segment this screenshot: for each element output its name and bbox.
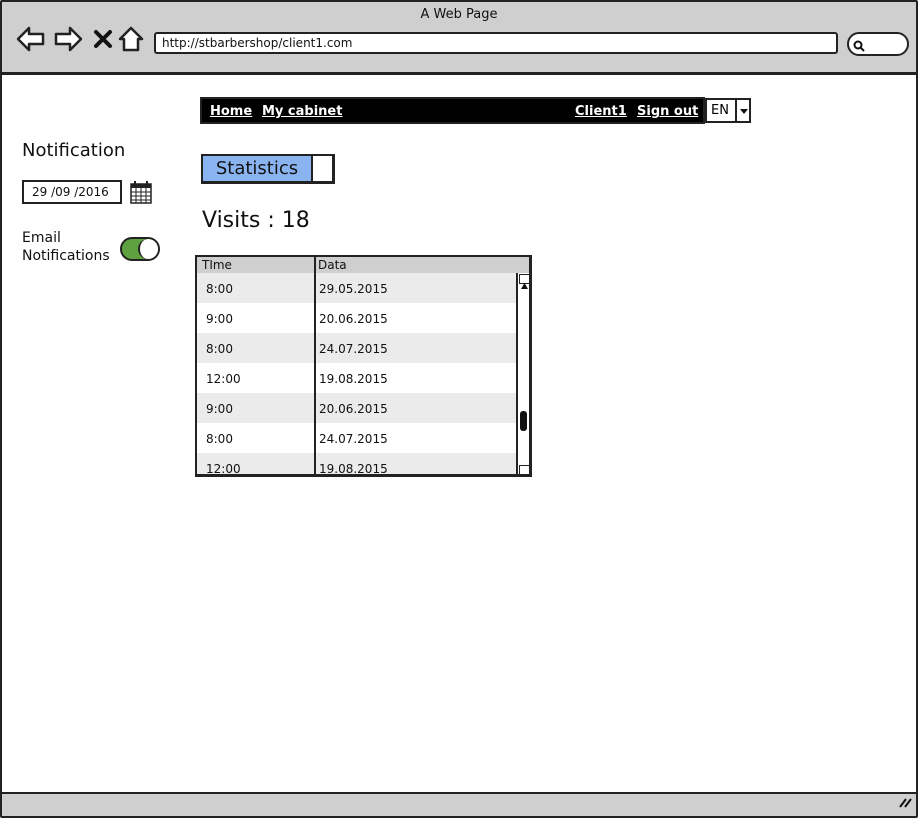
scroll-down-icon[interactable] (519, 465, 529, 474)
table-row[interactable]: 12:00 19.08.2015 (197, 453, 516, 476)
cell-time: 12:00 (206, 372, 241, 386)
window-title: A Web Page (420, 7, 498, 22)
table-row[interactable]: 9:00 20.06.2015 (197, 393, 516, 423)
cell-time: 9:00 (206, 402, 233, 416)
toggle-knob (138, 239, 158, 259)
date-field[interactable]: 29 /09 /2016 (22, 180, 122, 204)
calendar-icon[interactable] (130, 180, 152, 208)
column-divider (314, 257, 316, 474)
close-icon[interactable] (88, 24, 118, 54)
nav-link-my-cabinet[interactable]: My cabinet (262, 104, 342, 119)
table-row[interactable]: 9:00 20.06.2015 (197, 303, 516, 333)
nav-link-client[interactable]: Client1 (575, 104, 627, 119)
cell-time: 12:00 (206, 462, 241, 476)
cell-date: 24.07.2015 (319, 432, 388, 446)
tab-bar: Statistics (201, 154, 335, 184)
cell-time: 8:00 (206, 282, 233, 296)
search-icon (853, 37, 865, 56)
scrollbar-thumb[interactable] (520, 411, 527, 431)
email-notifications-toggle[interactable] (120, 237, 160, 261)
nav-link-sign-out[interactable]: Sign out (637, 104, 698, 119)
status-bar (2, 792, 916, 816)
notification-heading: Notification (22, 140, 126, 161)
resize-grip-icon[interactable] (898, 794, 912, 813)
cell-time: 9:00 (206, 312, 233, 326)
cell-date: 19.08.2015 (319, 462, 388, 476)
email-notifications-label: Email Notifications (22, 229, 110, 265)
vertical-scrollbar[interactable] (516, 273, 529, 474)
url-input[interactable]: http://stbarbershop/client1.com (154, 32, 838, 54)
cell-time: 8:00 (206, 432, 233, 446)
table-row[interactable]: 8:00 29.05.2015 (197, 273, 516, 303)
main-nav-bar: Home My cabinet Client1 Sign out (200, 97, 705, 124)
search-input[interactable] (847, 32, 909, 56)
email-label-line1: Email (22, 230, 61, 246)
language-select[interactable]: EN (705, 98, 751, 123)
home-icon[interactable] (116, 24, 146, 54)
browser-toolbar: A Web Page http://stbarbershop/client1.c… (2, 2, 916, 75)
cell-date: 20.06.2015 (319, 402, 388, 416)
scroll-up-icon[interactable] (519, 274, 529, 289)
cell-date: 19.08.2015 (319, 372, 388, 386)
cell-date: 24.07.2015 (319, 342, 388, 356)
back-icon[interactable] (16, 24, 46, 54)
table-row[interactable]: 12:00 19.08.2015 (197, 363, 516, 393)
cell-date: 20.06.2015 (319, 312, 388, 326)
visits-table: TIme Data 8:00 29.05.2015 9:00 20.06.2015 8:… (195, 255, 532, 477)
language-value: EN (711, 103, 729, 118)
cell-time: 8:00 (206, 342, 233, 356)
nav-link-home[interactable]: Home (210, 104, 252, 119)
cell-date: 29.05.2015 (319, 282, 388, 296)
tab-statistics[interactable]: Statistics (203, 156, 313, 181)
table-row[interactable]: 8:00 24.07.2015 (197, 423, 516, 453)
forward-icon[interactable] (53, 24, 83, 54)
table-header: TIme Data (197, 257, 529, 274)
table-row[interactable]: 8:00 24.07.2015 (197, 333, 516, 363)
visits-count: Visits : 18 (202, 208, 310, 233)
chevron-down-icon[interactable] (735, 100, 751, 121)
column-header-time[interactable]: TIme (202, 258, 232, 272)
email-label-line2: Notifications (22, 248, 110, 264)
column-header-data[interactable]: Data (318, 258, 347, 272)
